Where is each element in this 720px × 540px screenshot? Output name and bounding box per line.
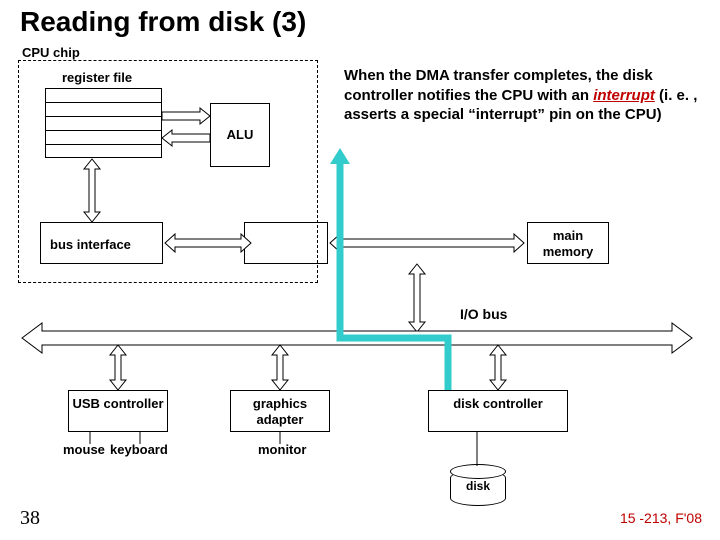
monitor-label: monitor	[258, 442, 306, 457]
iobus-disk-arrow	[490, 345, 506, 390]
businterface-iobus-arrow	[409, 264, 425, 332]
caption-text: When the DMA transfer completes, the dis…	[344, 66, 702, 125]
usb-controller-label: USB controller	[72, 396, 163, 411]
disk-cylinder-icon: disk	[450, 470, 506, 506]
disk-controller-box: disk controller	[428, 390, 568, 432]
iobus-usb-arrow	[110, 345, 126, 390]
register-file-label: register file	[62, 70, 132, 85]
iobus-graphics-arrow	[272, 345, 288, 390]
mouse-label: mouse	[63, 442, 105, 457]
disk-controller-label: disk controller	[453, 396, 543, 411]
keyboard-label: keyboard	[110, 442, 168, 457]
slide-title: Reading from disk (3)	[20, 6, 306, 38]
caption-emphasis: interrupt	[593, 87, 655, 104]
disk-label: disk	[466, 479, 490, 493]
io-bus-bar	[22, 323, 692, 353]
usb-controller-box: USB controller	[68, 390, 168, 432]
course-footer: 15 -213, F'08	[620, 510, 702, 526]
interrupt-path-icon	[330, 148, 448, 390]
businterface-memory-arrow	[330, 234, 524, 252]
graphics-adapter-box: graphics adapter	[230, 390, 330, 432]
cpu-chip-label: CPU chip	[22, 45, 80, 60]
alu-box: ALU	[210, 103, 270, 167]
bus-interface-label: bus interface	[50, 237, 131, 252]
main-memory-box: main memory	[527, 222, 609, 264]
register-file	[45, 88, 162, 158]
bus-interface-box-right	[244, 222, 328, 264]
graphics-adapter-label: graphics adapter	[253, 396, 307, 427]
main-memory-label: main memory	[543, 228, 594, 259]
io-bus-label: I/O bus	[460, 306, 507, 322]
slide-number: 38	[20, 507, 40, 530]
